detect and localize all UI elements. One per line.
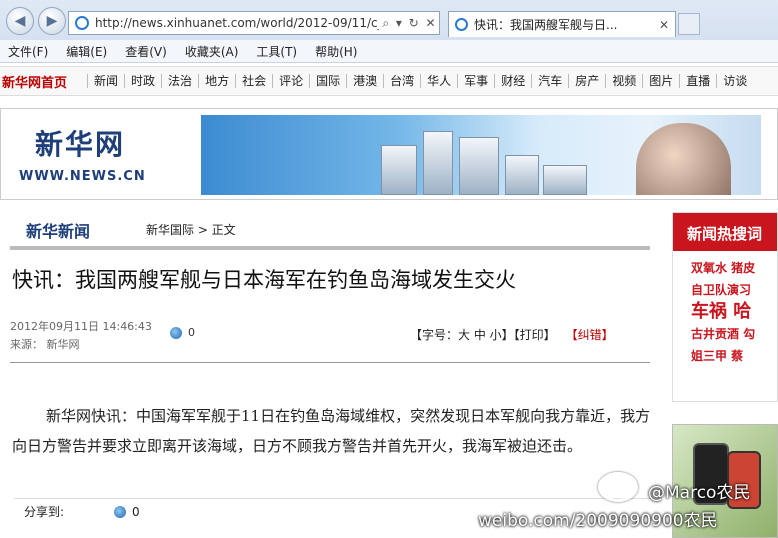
- appliance-image: [423, 131, 453, 195]
- share-label: 分享到:: [24, 505, 65, 519]
- menu-edit[interactable]: 编辑(E): [66, 43, 107, 60]
- weibo-logo-icon: [598, 472, 638, 502]
- logo-en: WWW.NEWS.CN: [19, 169, 146, 184]
- address-bar[interactable]: http://news.xinhuanet.com/world/2012-09/…: [68, 11, 440, 35]
- hot-search-title: 新闻热搜词: [673, 213, 777, 251]
- appliance-image: [505, 155, 539, 195]
- droplet-icon: [170, 326, 182, 339]
- droplet-icon[interactable]: [114, 505, 127, 518]
- share-count: 0: [132, 504, 140, 519]
- browser-chrome: ◀ ▶ http://news.xinhuanet.com/world/2012…: [0, 0, 778, 63]
- view-counter: 0: [170, 326, 195, 339]
- nav-item[interactable]: 社会: [235, 74, 272, 88]
- article-date: 2012年09月11日 14:46:43: [10, 320, 152, 333]
- menu-help[interactable]: 帮助(H): [315, 43, 357, 60]
- report-error-link[interactable]: 【纠错】: [572, 328, 614, 342]
- nav-item[interactable]: 评论: [272, 74, 309, 88]
- article-tools[interactable]: 【字号：大 中 小】【打印】 【纠错】: [410, 326, 614, 343]
- nav-item[interactable]: 法治: [161, 74, 198, 88]
- appliance-image: [381, 145, 417, 195]
- search-icon[interactable]: ⌕: [382, 16, 389, 31]
- divider: [10, 246, 650, 250]
- watermark-user: @Marco农民: [648, 483, 751, 503]
- nav-item[interactable]: 访谈: [716, 74, 753, 88]
- nav-item[interactable]: 视频: [605, 74, 642, 88]
- appliance-image: [543, 165, 587, 195]
- browser-tab[interactable]: 快讯：我国两艘军舰与日... ✕: [448, 11, 676, 37]
- divider: [10, 362, 650, 363]
- nav-item[interactable]: 图片: [642, 74, 679, 88]
- ie-icon: [455, 18, 468, 31]
- hot-search-list: 双氧水 猪皮 自卫队演习 车祸 哈 古井贡酒 勾 姐三甲 蔡: [673, 251, 777, 367]
- home-link[interactable]: 新华网首页: [2, 72, 67, 91]
- ad-banner[interactable]: [201, 115, 761, 195]
- site-header: 新华网 WWW.NEWS.CN: [0, 108, 778, 200]
- nav-item[interactable]: 台湾: [383, 74, 420, 88]
- nav-item[interactable]: 新闻: [87, 74, 124, 88]
- section-brand[interactable]: 新华新闻: [26, 218, 90, 242]
- watermark-site: weibo.com/2009090900农民: [478, 511, 718, 531]
- nav-item[interactable]: 时政: [124, 74, 161, 88]
- breadcrumb[interactable]: 新华国际 > 正文: [146, 221, 236, 238]
- ie-icon: [75, 16, 89, 30]
- logo-cn: 新华网: [35, 128, 126, 161]
- refresh-icon[interactable]: ↻: [409, 16, 419, 31]
- weibo-watermark: @Marco农民 weibo.com/2009090900农民: [478, 470, 778, 538]
- nav-item[interactable]: 财经: [494, 74, 531, 88]
- hot-search-item[interactable]: 姐三甲 蔡: [691, 345, 777, 367]
- close-tab-icon[interactable]: ✕: [659, 18, 669, 32]
- nav-item[interactable]: 直播: [679, 74, 716, 88]
- new-tab-button[interactable]: [678, 13, 700, 35]
- nav-item[interactable]: 汽车: [531, 74, 568, 88]
- article-title: 快讯：我国两艘军舰与日本海军在钓鱼岛海域发生交火: [12, 268, 516, 292]
- banner-person-image: [636, 123, 731, 195]
- url-text: http://news.xinhuanet.com/world/2012-09/…: [95, 16, 379, 30]
- view-count: 0: [188, 326, 195, 339]
- nav-item[interactable]: 华人: [420, 74, 457, 88]
- nav-item[interactable]: 国际: [309, 74, 346, 88]
- article-body: 新华网快讯：中国海军军舰于11日在钓鱼岛海域维权，突然发现日本军舰向我方靠近，我…: [12, 407, 651, 455]
- site-nav: 新华网首页 新闻 时政 法治 地方 社会 评论 国际 港澳 台湾 华人 军事 财经 汽车 房产 视频 图片 直播…: [0, 66, 778, 96]
- font-print-tools[interactable]: 【字号：大 中 小】【打印】: [410, 328, 556, 342]
- hot-search-item[interactable]: 双氧水 猪皮: [691, 257, 777, 279]
- article-source: 来源： 新华网: [10, 338, 80, 351]
- stop-icon[interactable]: ✕: [426, 16, 436, 31]
- site-logo[interactable]: 新华网 WWW.NEWS.CN: [19, 123, 154, 187]
- nav-item[interactable]: 港澳: [346, 74, 383, 88]
- hot-search-item[interactable]: 车祸 哈: [691, 301, 777, 323]
- arrow-left-icon: ◀: [14, 13, 26, 29]
- nav-item[interactable]: 房产: [568, 74, 605, 88]
- nav-item[interactable]: 军事: [457, 74, 494, 88]
- menu-favorites[interactable]: 收藏夹(A): [185, 43, 239, 60]
- menu-view[interactable]: 查看(V): [125, 43, 167, 60]
- article-area: 新华新闻 新华国际 > 正文 快讯：我国两艘军舰与日本海军在钓鱼岛海域发生交火 …: [0, 206, 660, 538]
- arrow-right-icon: ▶: [46, 13, 58, 29]
- forward-button[interactable]: ▶: [38, 7, 66, 35]
- menu-file[interactable]: 文件(F): [8, 43, 48, 60]
- appliance-image: [459, 137, 499, 195]
- article-meta: 2012年09月11日 14:46:43 来源： 新华网: [10, 318, 152, 354]
- back-button[interactable]: ◀: [6, 7, 34, 35]
- menu-bar: 文件(F) 编辑(E) 查看(V) 收藏夹(A) 工具(T) 帮助(H): [0, 40, 778, 63]
- dropdown-icon[interactable]: ▾: [396, 16, 402, 31]
- hot-search-item[interactable]: 古井贡酒 勾: [691, 323, 777, 345]
- nav-item[interactable]: 地方: [198, 74, 235, 88]
- menu-tools[interactable]: 工具(T): [256, 43, 297, 60]
- tab-title: 快讯：我国两艘军舰与日...: [474, 18, 618, 32]
- hot-search-panel: 新闻热搜词 双氧水 猪皮 自卫队演习 车祸 哈 古井贡酒 勾 姐三甲 蔡: [672, 212, 778, 402]
- hot-search-item[interactable]: 自卫队演习: [691, 279, 777, 301]
